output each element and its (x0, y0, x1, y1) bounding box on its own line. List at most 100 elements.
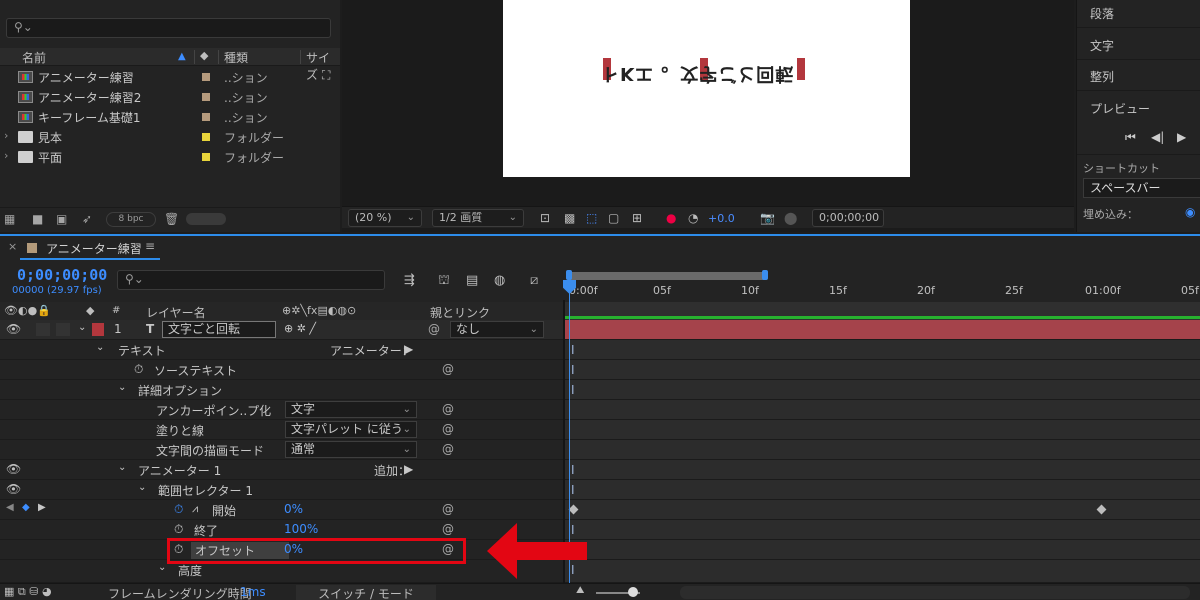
expand-chevron-icon[interactable]: ⌄ (158, 562, 166, 573)
start-value[interactable]: 0% (284, 502, 303, 516)
panel-preview[interactable]: プレビュー (1090, 100, 1150, 117)
column-type[interactable]: 種類 (224, 49, 248, 66)
project-item[interactable]: アニメーター練習2 ..ション (0, 87, 320, 107)
stopwatch-active-icon[interactable]: ⏱ (174, 502, 183, 517)
label-color-swatch[interactable] (202, 113, 210, 121)
av-features-icons[interactable]: 👁◐●🔒 (4, 304, 51, 317)
property-blend-mode[interactable]: 文字間の描画モード 通常 ⌄ @ (0, 440, 563, 460)
keyframe-diamond[interactable] (568, 504, 579, 515)
layer-row[interactable]: 👁 ⌄ 1 T 文字ごと回転 ⊕ ✲ ╱ @ なし ⌄ (0, 320, 563, 340)
pickwhip-icon[interactable]: @ (442, 442, 454, 456)
expand-chevron-icon[interactable]: › (4, 129, 8, 142)
next-keyframe-icon[interactable]: ▶ (38, 502, 46, 513)
color-channels-icon[interactable]: ● (666, 211, 676, 225)
timeline-search-input[interactable]: ⚲⌄ (117, 270, 385, 290)
layer-duration-bar[interactable] (565, 320, 1200, 340)
stopwatch-icon[interactable]: ⏱ (134, 362, 143, 377)
property-start[interactable]: ◀ ◆ ▶ ⏱ ⩘ 開始 0% @ (0, 500, 563, 520)
expand-chevron-icon[interactable]: ⌄ (118, 382, 126, 393)
panel-menu-icon[interactable]: ≡ (145, 239, 155, 253)
expand-chevron-icon[interactable]: ⌄ (118, 462, 126, 473)
composition-canvas[interactable]: トKエ 。文字ごと回転 (503, 0, 910, 177)
play-circle-icon[interactable]: ▶ (404, 462, 413, 476)
project-item[interactable]: キーフレーム基礎1 ..ション (0, 107, 320, 127)
guides-grid-icon[interactable]: ⊞ (632, 211, 642, 225)
pickwhip-icon[interactable]: @ (428, 322, 440, 336)
property-group-range-selector[interactable]: 👁 ⌄ 範囲セレクター 1 (0, 480, 563, 500)
zoom-slider-handle[interactable] (628, 587, 638, 597)
panel-paragraph[interactable]: 段落 (1090, 5, 1114, 22)
layer-name-field[interactable]: 文字ごと回転 (162, 321, 276, 338)
pickwhip-icon[interactable]: @ (442, 422, 454, 436)
property-group-animator1[interactable]: 👁 ⌄ アニメーター 1 追加： ▶ (0, 460, 563, 480)
exposure-value[interactable]: +0.0 (708, 212, 735, 225)
fill-stroke-dropdown[interactable]: 文字パレット に従う ⌄ (285, 421, 417, 438)
property-source-text[interactable]: ⏱ ソーステキスト @ (0, 360, 563, 380)
work-area-end-handle[interactable] (762, 270, 768, 280)
column-name[interactable]: 名前 (22, 49, 46, 66)
property-fill-stroke[interactable]: 塗りと線 文字パレット に従う ⌄ @ (0, 420, 563, 440)
play-icon[interactable]: ▶ (1177, 130, 1186, 144)
zoom-dropdown[interactable]: (20 %) ⌄ (348, 209, 422, 227)
pickwhip-icon[interactable]: @ (442, 502, 454, 516)
label-color-swatch[interactable] (202, 73, 210, 81)
canvas-text-layer[interactable]: トKエ 。文字ごと回転 (601, 62, 794, 88)
flowchart-icon[interactable]: ⛶ (322, 68, 330, 83)
panel-align[interactable]: 整列 (1090, 68, 1114, 85)
trash-icon[interactable]: 🗑 (164, 212, 179, 226)
mask-path-icon[interactable]: ⬚ (586, 211, 597, 225)
expand-chevron-icon[interactable]: ⌄ (78, 322, 86, 333)
layer-switches[interactable]: ⊕ ✲ ╱ (284, 322, 316, 335)
fast-previews-icon[interactable]: ⊡ (540, 211, 550, 225)
graph-editor-icon[interactable]: ⧄ (530, 273, 538, 288)
exposure-reset-icon[interactable]: ◔ (688, 211, 698, 225)
timeline-tab[interactable]: × アニメーター練習 ≡ (0, 236, 180, 260)
snapshot-camera-icon[interactable]: 📷 (760, 211, 775, 225)
label-color-swatch[interactable] (202, 153, 210, 161)
expand-chevron-icon[interactable]: ⌄ (96, 342, 104, 353)
timeline-scrollbar[interactable] (680, 586, 1190, 599)
label-color-swatch[interactable] (202, 93, 210, 101)
animator-add-menu[interactable]: アニメーター： (330, 342, 414, 359)
project-search-input[interactable]: ⚲⌄ (6, 18, 331, 38)
time-ruler[interactable]: 0:00f 05f 10f 15f 20f 25f 01:00f 05f (563, 266, 1200, 321)
project-item[interactable]: アニメーター練習 ..ション (0, 67, 320, 87)
project-folder[interactable]: › 見本 フォルダー (0, 127, 320, 147)
anchor-grouping-dropdown[interactable]: 文字 ⌄ (285, 401, 417, 418)
work-area-bar[interactable] (569, 272, 765, 280)
viewer-timecode[interactable]: 0;00;00;00 (812, 209, 884, 227)
sort-ascending-icon[interactable]: ▲ (178, 51, 186, 62)
current-time-display[interactable]: 0;00;00;00 (17, 266, 107, 284)
expand-chevron-icon[interactable]: ⌄ (138, 482, 146, 493)
blend-mode-dropdown[interactable]: 通常 ⌄ (285, 441, 417, 458)
property-anchor-grouping[interactable]: アンカーポイン..プ化 文字 ⌄ @ (0, 400, 563, 420)
parent-link-column[interactable]: 親とリンク (430, 304, 490, 321)
switches-icons[interactable]: ⊕✲╲fx▤◐◍⊙ (282, 304, 356, 317)
graph-icon[interactable]: ⩘ (192, 502, 198, 516)
property-end[interactable]: ⏱ 終了 100% @ (0, 520, 563, 540)
close-icon[interactable]: × (8, 240, 17, 253)
label-tag-icon[interactable]: ◆ (200, 49, 208, 62)
new-composition-icon[interactable]: ▣ (56, 212, 67, 226)
project-settings-icon[interactable]: ➶ (82, 212, 92, 226)
zoom-out-icon[interactable]: ⛰ (576, 585, 584, 596)
property-group-text[interactable]: ⌄ テキスト アニメーター： ▶ (0, 340, 563, 360)
label-tag-icon[interactable]: ◆ (86, 304, 94, 317)
eye-icon[interactable]: 👁 (6, 462, 21, 476)
resolution-dropdown[interactable]: 1/2 画質 ⌄ (432, 209, 524, 227)
region-of-interest-icon[interactable]: ▢ (608, 211, 619, 225)
composition-mini-flowchart-icon[interactable]: ⇶ (404, 273, 415, 288)
transparency-grid-icon[interactable]: ▩ (564, 211, 575, 225)
eye-icon[interactable]: 👁 (6, 482, 21, 496)
draft-3d-icon[interactable]: ⛫ (438, 273, 450, 290)
pickwhip-icon[interactable]: @ (442, 362, 454, 376)
show-snapshot-icon[interactable]: ⬤ (784, 211, 797, 225)
play-circle-icon[interactable]: ▶ (404, 342, 413, 356)
previous-frame-icon[interactable]: ◀| (1151, 130, 1164, 144)
stopwatch-icon[interactable]: ⏱ (174, 522, 183, 537)
keyframe-diamond[interactable] (1096, 504, 1107, 515)
new-folder-icon[interactable]: ■ (32, 212, 43, 226)
layer-label-color[interactable] (92, 323, 104, 336)
bit-depth-button[interactable]: 8 bpc (106, 212, 156, 227)
end-value[interactable]: 100% (284, 522, 318, 536)
